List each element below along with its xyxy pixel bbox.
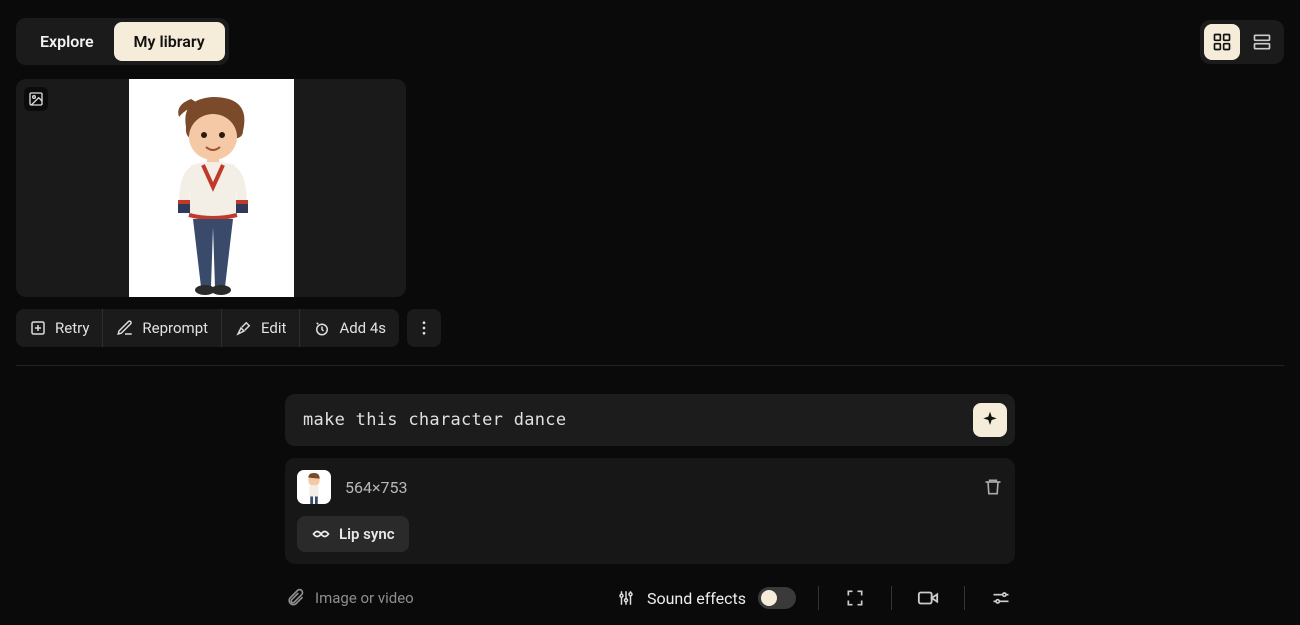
card-thumbnail xyxy=(129,79,294,297)
paperclip-icon xyxy=(285,588,305,608)
edit-button[interactable]: Edit xyxy=(221,309,299,347)
attachment-dimensions: 564×753 xyxy=(345,478,408,497)
section-divider xyxy=(16,365,1284,366)
reprompt-label: Reprompt xyxy=(142,319,208,337)
timer-icon xyxy=(313,319,331,337)
lip-sync-chip[interactable]: Lip sync xyxy=(297,516,409,552)
character-thumb-illustration xyxy=(300,472,328,504)
lip-sync-label: Lip sync xyxy=(339,525,395,543)
toolbar-divider xyxy=(818,586,819,610)
prompt-input[interactable] xyxy=(303,410,973,430)
grid-view-button[interactable] xyxy=(1204,24,1240,60)
toolbar-divider xyxy=(964,586,965,610)
edit-square-icon xyxy=(116,319,134,337)
add-4s-button[interactable]: Add 4s xyxy=(299,309,399,347)
trash-icon xyxy=(983,477,1003,497)
tab-explore[interactable]: Explore xyxy=(20,22,114,61)
expand-icon xyxy=(845,588,865,608)
prompt-input-row xyxy=(285,394,1015,446)
video-icon xyxy=(917,587,939,609)
brush-icon xyxy=(235,319,253,337)
library-item-card[interactable] xyxy=(16,79,406,297)
image-icon xyxy=(28,91,44,107)
lips-icon xyxy=(311,524,331,544)
delete-attachment-button[interactable] xyxy=(983,477,1003,497)
retry-icon xyxy=(29,319,47,337)
toolbar-divider xyxy=(891,586,892,610)
retry-label: Retry xyxy=(55,319,89,337)
sound-effects-switch[interactable] xyxy=(758,587,796,609)
toggle-knob xyxy=(761,590,777,606)
reprompt-button[interactable]: Reprompt xyxy=(102,309,221,347)
action-pill-group: Retry Reprompt Edit Add 4s xyxy=(16,309,399,347)
sparkle-icon xyxy=(980,410,1000,430)
character-illustration xyxy=(151,87,271,297)
nav-tabs: Explore My library xyxy=(16,18,229,65)
sound-effects-label: Sound effects xyxy=(647,589,746,608)
prompt-area: 564×753 Lip sync Image or video Sound ef… xyxy=(285,394,1015,612)
edit-label: Edit xyxy=(261,319,286,337)
grid-icon xyxy=(1212,32,1232,52)
dots-vertical-icon xyxy=(415,319,433,337)
more-actions-button[interactable] xyxy=(407,309,441,347)
retry-button[interactable]: Retry xyxy=(16,309,102,347)
attachment-row: 564×753 xyxy=(297,470,1003,504)
media-type-badge xyxy=(24,87,48,111)
list-icon xyxy=(1252,32,1272,52)
generate-button[interactable] xyxy=(973,403,1007,437)
expand-button[interactable] xyxy=(841,584,869,612)
sliders-icon xyxy=(617,589,635,607)
card-actions: Retry Reprompt Edit Add 4s xyxy=(16,309,1300,347)
settings-sliders-icon xyxy=(991,588,1011,608)
sound-effects-toggle[interactable]: Sound effects xyxy=(617,587,796,609)
attach-media-button[interactable]: Image or video xyxy=(285,588,414,608)
view-toggle xyxy=(1200,20,1284,64)
list-view-button[interactable] xyxy=(1244,24,1280,60)
tab-my-library[interactable]: My library xyxy=(114,22,225,61)
top-bar: Explore My library xyxy=(0,0,1300,79)
bottom-toolbar: Image or video Sound effects xyxy=(285,584,1015,612)
attach-media-label: Image or video xyxy=(315,589,414,607)
attachment-card: 564×753 Lip sync xyxy=(285,458,1015,564)
add-4s-label: Add 4s xyxy=(339,319,386,337)
video-button[interactable] xyxy=(914,584,942,612)
attachment-thumbnail[interactable] xyxy=(297,470,331,504)
settings-button[interactable] xyxy=(987,584,1015,612)
